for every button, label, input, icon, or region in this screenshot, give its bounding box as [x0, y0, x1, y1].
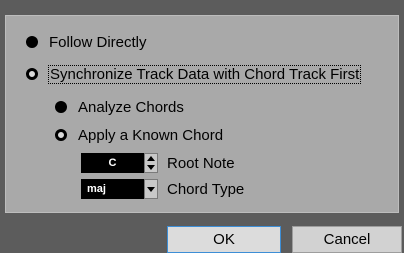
follow-directly-option[interactable]: Follow Directly — [26, 31, 147, 53]
root-note-label: Root Note — [167, 154, 235, 172]
arrow-up-icon[interactable] — [147, 156, 155, 161]
chord-type-dropdown[interactable] — [144, 179, 158, 199]
analyze-chords-label: Analyze Chords — [78, 98, 184, 116]
radio-unselected-icon[interactable] — [26, 68, 38, 80]
synchronize-option[interactable]: Synchronize Track Data with Chord Track … — [26, 63, 362, 85]
ok-button[interactable]: OK — [167, 226, 281, 253]
root-note-stepper[interactable] — [144, 153, 158, 173]
radio-selected-icon[interactable] — [55, 101, 67, 113]
chord-type-value[interactable]: maj — [81, 179, 144, 199]
root-note-control: C Root Note — [81, 153, 235, 173]
apply-known-chord-label: Apply a Known Chord — [78, 126, 224, 144]
arrow-down-icon[interactable] — [147, 165, 155, 170]
radio-unselected-icon[interactable] — [55, 129, 67, 141]
chord-type-label: Chord Type — [167, 180, 245, 198]
chevron-down-icon — [147, 186, 155, 192]
radio-selected-icon[interactable] — [26, 36, 38, 48]
cancel-button[interactable]: Cancel — [292, 226, 402, 253]
root-note-value[interactable]: C — [81, 153, 144, 173]
chord-type-control: maj Chord Type — [81, 179, 244, 199]
synchronize-label: Synchronize Track Data with Chord Track … — [48, 64, 362, 84]
follow-directly-label: Follow Directly — [49, 33, 147, 51]
apply-known-chord-option[interactable]: Apply a Known Chord — [55, 124, 223, 146]
analyze-chords-option[interactable]: Analyze Chords — [55, 96, 184, 118]
